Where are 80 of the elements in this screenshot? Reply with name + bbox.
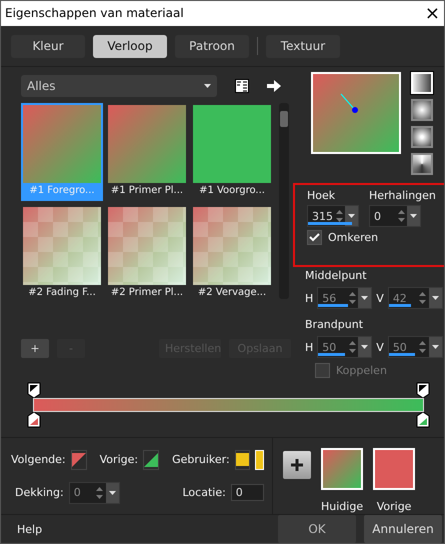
gradient-preview[interactable] [311,72,401,154]
spin-arrows-icon[interactable] [346,341,358,354]
window-title: Eigenschappen van materiaal [5,6,184,20]
caret-icon [108,490,116,495]
color-stop-icon[interactable] [416,412,430,428]
angle-handle-icon[interactable] [339,92,359,114]
axis-label: V [376,340,384,354]
caret-icon [432,296,439,300]
add-swatch-button[interactable] [283,450,311,479]
spin-arrows-icon[interactable] [333,210,345,222]
tab[interactable]: Verloop [93,34,167,58]
spin-arrows-icon[interactable] [416,292,429,304]
dropdown-button[interactable] [358,288,372,308]
axis-label: V [376,292,384,305]
gradient-tile[interactable]: #1 Primer Pl... [106,103,188,202]
checkbox[interactable] [307,230,322,246]
spin-field[interactable]: 315 [307,205,359,228]
user-label: Gebruiker: [172,453,230,466]
dropdown-button[interactable] [106,482,118,503]
gradient-style-button[interactable] [411,153,433,176]
caret-icon [348,214,355,218]
close-button[interactable]: × [424,2,440,24]
swatch-label: Vorige [376,500,412,513]
color-swatch[interactable] [373,448,416,490]
angle-label: Hoek [307,189,336,202]
help-link[interactable]: Help [17,522,42,536]
link-label: Koppelen [336,364,387,378]
tab[interactable]: Patroon [175,34,249,58]
reverse-label: Omkeren [328,231,378,244]
gradient-tile[interactable]: #1 Voorgro... [191,103,273,202]
dropdown-button[interactable] [345,206,358,226]
category-dropdown[interactable]: Alles [21,75,217,98]
caret-icon [361,345,368,350]
dropdown-button[interactable] [358,337,372,358]
location-label: Locatie: [182,486,226,500]
swatch-label: Huidige [321,500,364,513]
center-label: Middelpunt [305,269,368,282]
stop-marker-icon[interactable] [416,382,430,398]
location-field[interactable]: 0 [230,484,264,502]
focal-label: Brandpunt [305,318,364,332]
spin-arrows-icon[interactable] [346,292,358,304]
gradient-style-button[interactable] [411,99,433,122]
gradient-tile[interactable]: #2 Fading F... [21,205,103,304]
scrollbar[interactable] [279,103,289,300]
dropdown-button[interactable] [428,288,442,308]
axis-label: H [305,340,314,354]
checkmark-icon [309,233,320,242]
tab[interactable]: Textuur [266,34,340,58]
spin-field[interactable]: 0 [369,205,421,228]
previous-color-button[interactable] [143,450,160,470]
user-color-button[interactable] [234,450,250,470]
spin-arrows-icon[interactable] [416,341,429,354]
caret-icon [204,84,211,88]
next-label: Volgende: [11,453,66,466]
gradient-tile[interactable]: #2 Primer Pl... [106,205,188,304]
list-button[interactable]: + [21,339,49,358]
arrow-right-icon[interactable] [267,80,281,92]
stop-marker-icon[interactable] [27,382,41,398]
ok-button[interactable]: OK [278,515,356,543]
dropdown-button[interactable] [407,206,420,226]
repeats-label: Herhalingen [369,189,436,202]
opacity-label: Dekking: [15,486,64,500]
axis-label: H [305,292,314,305]
gradient-style-button[interactable] [411,126,433,148]
previous-label: Vorige: [100,453,138,466]
spin-arrows-icon[interactable] [395,210,407,222]
color-stop-icon[interactable] [27,412,41,428]
caret-icon [432,345,439,350]
cancel-button[interactable]: Annuleren [364,515,442,543]
list-view-icon[interactable] [235,79,249,94]
caret-icon [361,296,368,300]
color-swatch[interactable] [321,448,364,490]
plus-icon [291,458,303,471]
spin-arrows-icon[interactable] [94,486,106,499]
dropdown-button[interactable] [428,337,442,358]
caret-icon [410,214,417,218]
tab[interactable]: Kleur [11,34,85,58]
gradient-tile[interactable]: #2 Vervage... [191,205,273,304]
next-color-button[interactable] [70,450,87,470]
gradient-bar[interactable] [33,398,424,412]
